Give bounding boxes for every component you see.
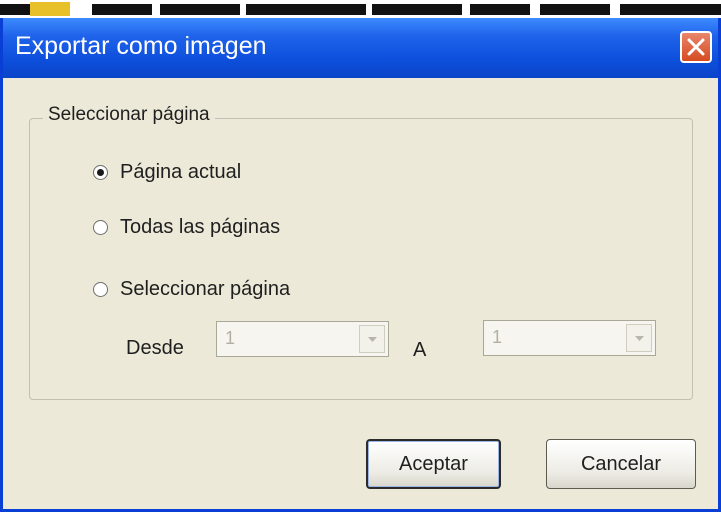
cancel-button[interactable]: Cancelar [546, 439, 696, 489]
close-button[interactable] [680, 31, 712, 63]
to-label: A [413, 339, 427, 361]
radio-all-pages[interactable]: Todas las páginas [93, 216, 280, 239]
group-label: Seleccionar página [43, 104, 215, 126]
from-page-value: 1 [225, 328, 236, 348]
chevron-down-icon [368, 337, 377, 342]
accept-button[interactable]: Aceptar [366, 439, 501, 489]
to-page-value: 1 [492, 327, 503, 347]
dialog-title: Exportar como imagen [15, 32, 267, 60]
export-image-dialog: Exportar como imagen Seleccionar página … [0, 18, 721, 512]
radio-label: Seleccionar página [120, 278, 291, 300]
title-bar[interactable]: Exportar como imagen [3, 18, 718, 78]
radio-button[interactable] [93, 220, 108, 235]
radio-select-page[interactable]: Seleccionar página [93, 278, 290, 301]
to-page-select[interactable]: 1 [483, 320, 656, 356]
chevron-down-icon [635, 336, 644, 341]
radio-button[interactable] [93, 282, 108, 297]
background-screen-strip [0, 0, 721, 18]
radio-current-page[interactable]: Página actual [93, 161, 241, 184]
from-label: Desde [126, 337, 184, 359]
radio-button-checked[interactable] [93, 165, 108, 180]
close-icon [687, 38, 705, 56]
dropdown-button[interactable] [626, 324, 652, 352]
radio-label: Página actual [120, 161, 242, 183]
from-page-select[interactable]: 1 [216, 321, 389, 357]
dropdown-button[interactable] [359, 325, 385, 353]
radio-label: Todas las páginas [120, 216, 281, 238]
